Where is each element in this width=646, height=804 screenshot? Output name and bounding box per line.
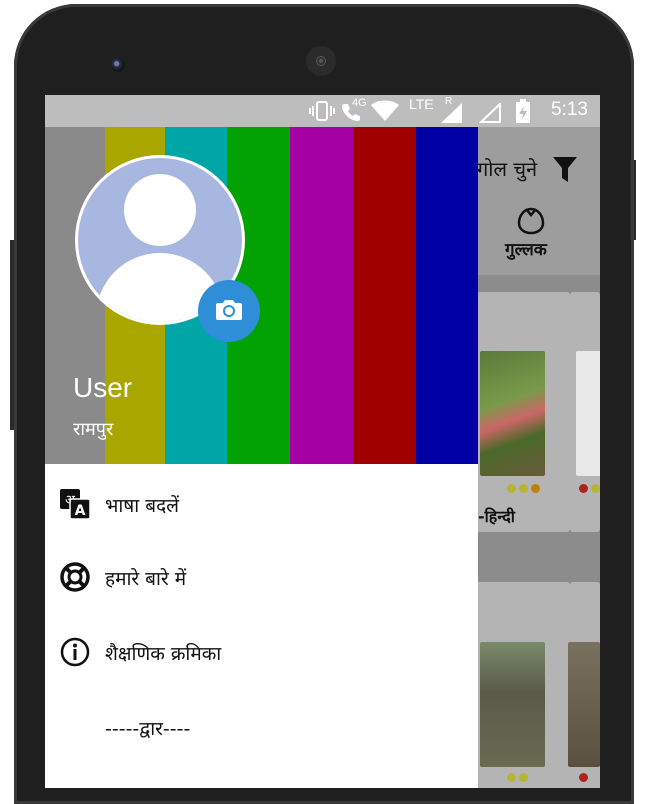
status-dot (579, 773, 588, 782)
menu-item-change-language[interactable]: अ A भाषा बदलें (45, 474, 478, 534)
clock: 5:13 (551, 99, 588, 120)
menu-item-label: शैक्षणिक क्रमिका (105, 643, 222, 665)
status-dot (579, 484, 588, 493)
menu-item-academic-sequence[interactable]: शैक्षणिक क्रमिका (45, 622, 478, 682)
status-dot (591, 484, 600, 493)
screen: 4G LTE R 5:13 गोल चुने गुल्लक -हिन्दी Us… (45, 95, 600, 788)
info-icon (60, 637, 90, 667)
menu-section-divider: -----द्वार---- (45, 697, 478, 757)
status-bar: 4G LTE R 5:13 (45, 95, 600, 127)
signal-icon (441, 103, 462, 123)
menu-item-label: हमारे बारे में (105, 568, 187, 590)
menu-section-label: -----द्वार---- (105, 718, 191, 740)
avatar-head (124, 174, 196, 246)
earpiece-speaker (306, 46, 336, 76)
background-toolbar-title: गोल चुने (477, 157, 538, 181)
drawer-header: User रामपुर (45, 127, 478, 464)
user-name: User (73, 372, 133, 403)
power-button (630, 160, 636, 240)
status-dot (531, 484, 540, 493)
battery-charging-icon (516, 99, 530, 123)
background-thumbnail (480, 351, 545, 476)
translate-icon: अ A (60, 489, 91, 520)
front-camera (111, 58, 125, 72)
vibrate-icon (309, 101, 335, 121)
gullak-icon[interactable] (517, 205, 545, 235)
background-thumbnail (576, 351, 600, 476)
status-dot (519, 773, 528, 782)
wifi-icon (371, 100, 399, 121)
volume-button (10, 240, 16, 430)
color-bar (416, 127, 478, 464)
status-dot (507, 484, 516, 493)
svg-text:A: A (75, 503, 86, 519)
network-type-label: 4G (352, 97, 367, 109)
user-location: रामपुर (73, 419, 114, 440)
color-bar (290, 127, 353, 464)
lifebuoy-icon (60, 562, 90, 592)
status-dot (507, 773, 516, 782)
camera-icon (216, 300, 242, 320)
background-thumbnail (568, 642, 600, 767)
change-photo-button[interactable] (198, 280, 260, 342)
background-card-caption: -हिन्दी (478, 507, 515, 526)
color-bar (353, 127, 416, 464)
status-dot (519, 484, 528, 493)
filter-icon[interactable] (553, 157, 577, 183)
menu-item-about-us[interactable]: हमारे बारे में (45, 547, 478, 607)
menu-item-label: भाषा बदलें (105, 495, 180, 517)
background-thumbnail (480, 642, 545, 767)
navigation-drawer: User रामपुर अ A भाषा बदलें हमारे बारे मे… (45, 127, 478, 788)
lte-label: LTE (409, 96, 434, 112)
signal-empty-icon (479, 103, 501, 123)
tab-gullak[interactable]: गुल्लक (505, 237, 547, 260)
